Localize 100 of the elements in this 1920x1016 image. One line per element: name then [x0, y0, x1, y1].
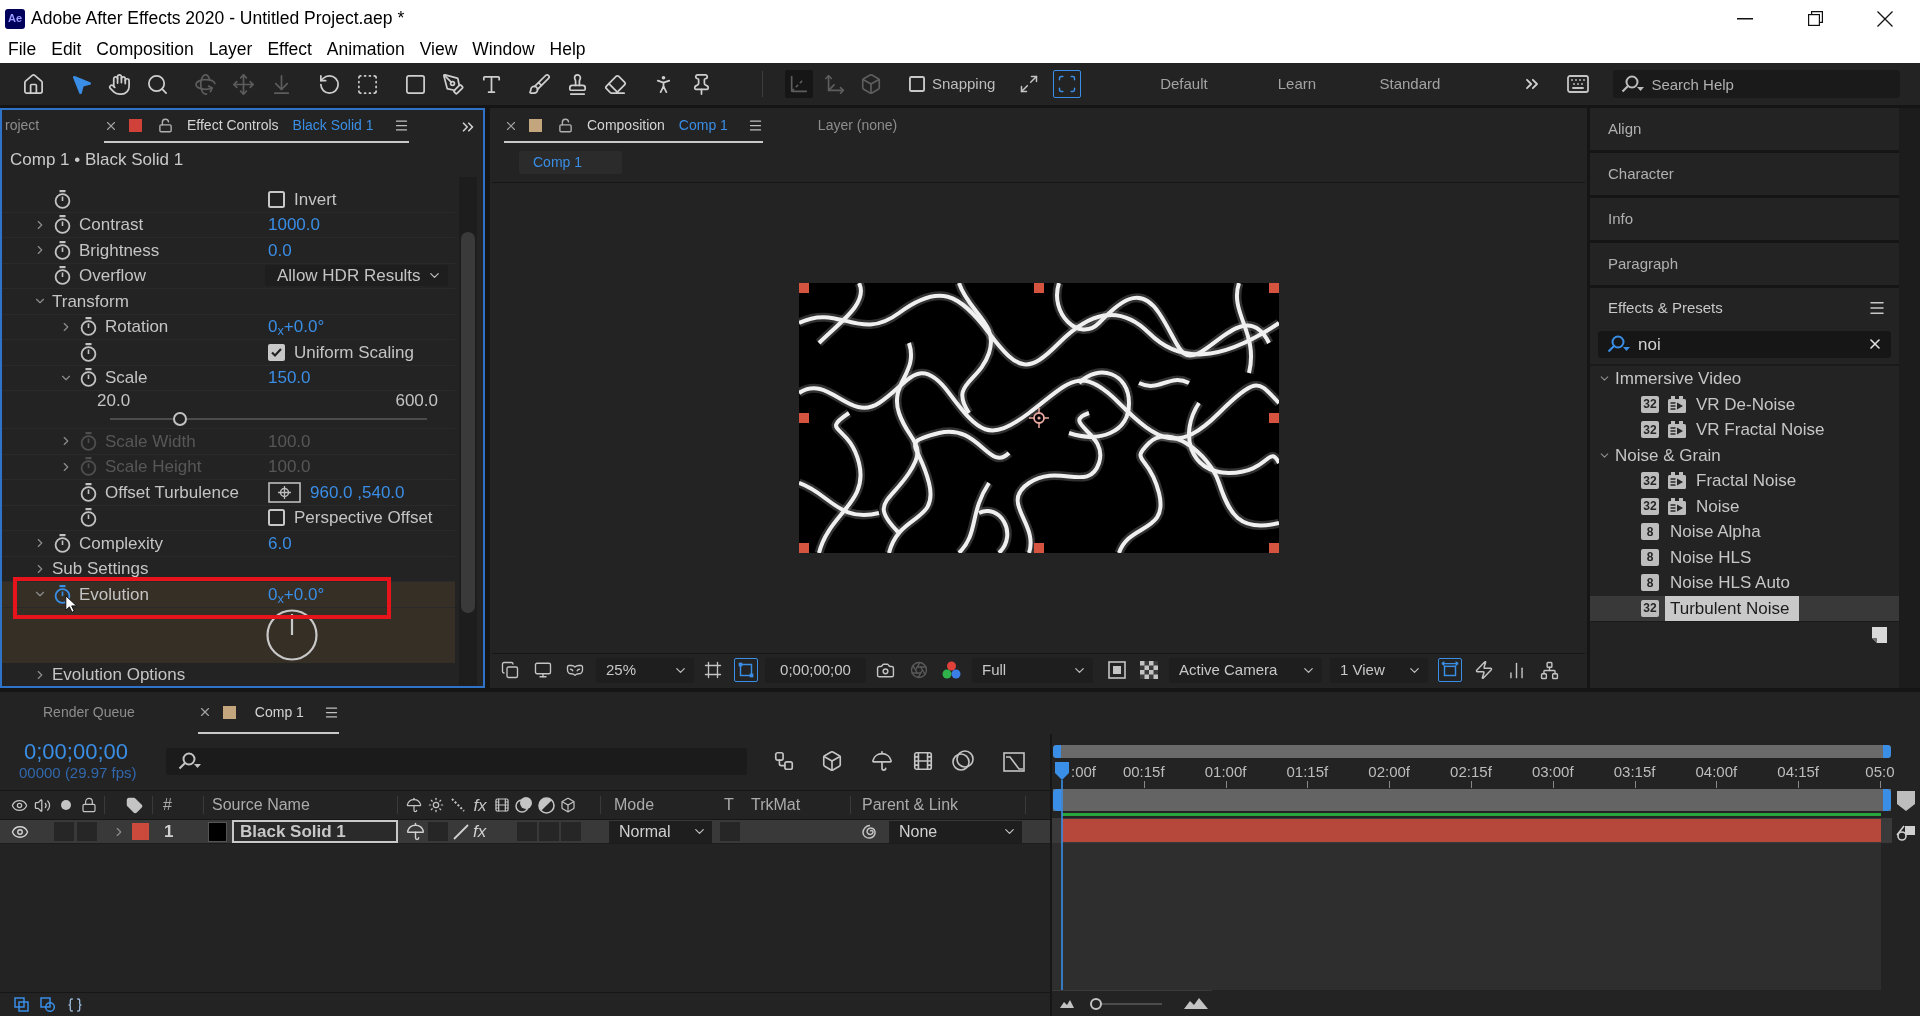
unlock-icon[interactable] — [158, 118, 173, 133]
keyboard-icon[interactable] — [1566, 72, 1591, 96]
restore-icon[interactable] — [1807, 11, 1823, 26]
panel-tab[interactable]: Effect Controls Black Solid 1 — [104, 110, 409, 143]
property-row[interactable]: Invert — [2, 187, 455, 213]
eraser-icon[interactable] — [603, 72, 627, 96]
crosshair-picker-icon[interactable] — [268, 481, 301, 503]
transform-handle[interactable] — [798, 413, 809, 423]
property-value[interactable]: 150.0 — [268, 365, 311, 391]
zoom-slider-thumb[interactable] — [1089, 997, 1102, 1010]
menu-icon[interactable] — [1868, 299, 1886, 317]
tree-item[interactable]: 8 Noise Alpha — [1590, 519, 1899, 545]
search-field[interactable]: Search Help — [1613, 70, 1901, 98]
panel-tab[interactable]: Composition Comp 1 — [504, 110, 763, 143]
tree-item[interactable]: 32 VR De-Noise — [1590, 391, 1899, 417]
work-area-end-handle[interactable] — [1883, 745, 1891, 758]
tree-item[interactable]: 32 Turbulent Noise — [1590, 595, 1899, 621]
square-in-square-icon[interactable] — [1108, 661, 1126, 679]
playhead[interactable] — [1054, 762, 1070, 990]
panel-tab[interactable]: Render Queue — [43, 692, 135, 734]
property-value[interactable]: 6.0 — [268, 530, 292, 556]
panel-tab[interactable]: roject — [2, 110, 102, 143]
layer-row[interactable]: 1 Black Solid 1 fx Normal None — [0, 820, 1050, 844]
checkbox[interactable] — [268, 509, 285, 527]
tree-item[interactable]: 32 Noise — [1590, 493, 1899, 519]
column-header[interactable]: Source Name — [212, 793, 310, 817]
cube-icon[interactable] — [821, 750, 843, 772]
search-icon[interactable] — [178, 752, 202, 770]
film-icon[interactable] — [912, 750, 934, 772]
brush-icon[interactable] — [527, 72, 551, 96]
slider-thumb[interactable] — [172, 411, 187, 426]
rectangle-arrows-icon[interactable] — [1438, 658, 1462, 682]
blend-mode-dropdown[interactable]: Normal — [609, 820, 712, 843]
stopwatch-icon[interactable] — [54, 215, 71, 235]
menu-item[interactable]: Animation — [326, 41, 405, 59]
search-field[interactable]: noi — [1598, 331, 1891, 358]
folded-page-icon[interactable] — [1872, 627, 1887, 643]
workspace-tab[interactable]: Learn — [1240, 72, 1354, 96]
stopwatch-icon[interactable] — [80, 368, 97, 388]
panel-header[interactable]: Align — [1590, 108, 1899, 150]
timecode-field[interactable]: 0;00;00;00 — [765, 657, 866, 683]
tree-item[interactable]: 32 VR Fractal Noise — [1590, 417, 1899, 443]
navigator-start-handle[interactable] — [1053, 789, 1061, 811]
axis-icon[interactable] — [785, 70, 813, 98]
slider-track[interactable] — [110, 411, 427, 426]
panel-tab[interactable]: Comp 1 — [197, 692, 339, 734]
tree-item[interactable]: 8 Noise HLS Auto — [1590, 570, 1899, 596]
curve-box-icon[interactable] — [1003, 750, 1025, 772]
property-value[interactable]: 0$_{x}$+0.0° — [268, 581, 325, 607]
monitor-icon[interactable] — [534, 661, 552, 679]
dropdown[interactable]: 25% — [596, 657, 694, 683]
transform-handle[interactable] — [1268, 543, 1279, 553]
transform-handle[interactable] — [798, 283, 809, 293]
transform-handle[interactable] — [798, 543, 809, 553]
magnifier-icon[interactable] — [145, 72, 169, 96]
rotate-icon[interactable] — [317, 72, 341, 96]
minimize-icon[interactable] — [1737, 17, 1753, 20]
dropdown[interactable]: 1 View — [1330, 657, 1428, 683]
clear-icon[interactable] — [1867, 336, 1883, 352]
menu-item[interactable]: File — [8, 41, 37, 59]
tree-category[interactable]: Noise & Grain — [1590, 442, 1899, 468]
square-circle-icon[interactable] — [1896, 823, 1916, 841]
scrollbar-thumb[interactable] — [461, 232, 475, 613]
small-mountain-icon[interactable] — [1060, 999, 1074, 1008]
workspace-tab[interactable]: Default — [1127, 72, 1241, 96]
close-icon[interactable] — [1877, 10, 1893, 27]
panel-header[interactable]: Paragraph — [1590, 243, 1899, 285]
search-icon[interactable] — [1621, 75, 1646, 93]
overlapping-circles-icon[interactable] — [952, 750, 974, 772]
home-icon[interactable] — [21, 72, 45, 96]
panel-header[interactable]: Character — [1590, 153, 1899, 195]
frame-icon[interactable] — [704, 661, 722, 679]
effects-switch[interactable]: fx — [473, 818, 492, 845]
network-icon[interactable] — [1540, 660, 1559, 680]
stopwatch-icon[interactable] — [80, 317, 97, 337]
stopwatch-icon[interactable] — [80, 482, 97, 502]
stopwatch-icon[interactable] — [80, 508, 97, 528]
menu-item[interactable]: Composition — [96, 41, 194, 59]
menu-item[interactable]: Help — [549, 41, 586, 59]
anchor-point-icon[interactable] — [1027, 407, 1050, 429]
menu-icon[interactable] — [393, 118, 409, 133]
panel-header[interactable]: Info — [1590, 198, 1899, 240]
property-row[interactable]: Brightness 0.0 — [2, 238, 455, 264]
menu-item[interactable]: Effect — [267, 41, 312, 59]
dropdown[interactable]: Allow HDR Results — [265, 265, 448, 287]
label-color-swatch[interactable] — [132, 823, 149, 840]
angle-dial[interactable] — [266, 609, 318, 661]
checkbox[interactable] — [268, 190, 285, 208]
transform-handle[interactable] — [1033, 283, 1044, 293]
parent-dropdown[interactable]: None — [889, 820, 1022, 843]
stopwatch-icon[interactable] — [54, 584, 71, 604]
transform-handle[interactable] — [1268, 283, 1279, 293]
marker-icon[interactable] — [1897, 791, 1915, 811]
stopwatch-icon[interactable] — [54, 240, 71, 260]
tree-category[interactable]: Immersive Video — [1590, 366, 1899, 392]
search-icon[interactable] — [1607, 335, 1631, 353]
checkbox[interactable] — [268, 343, 285, 361]
bars-icon[interactable] — [1507, 660, 1526, 680]
lightning-icon[interactable] — [1474, 660, 1494, 680]
property-row[interactable]: Transform — [2, 289, 455, 315]
